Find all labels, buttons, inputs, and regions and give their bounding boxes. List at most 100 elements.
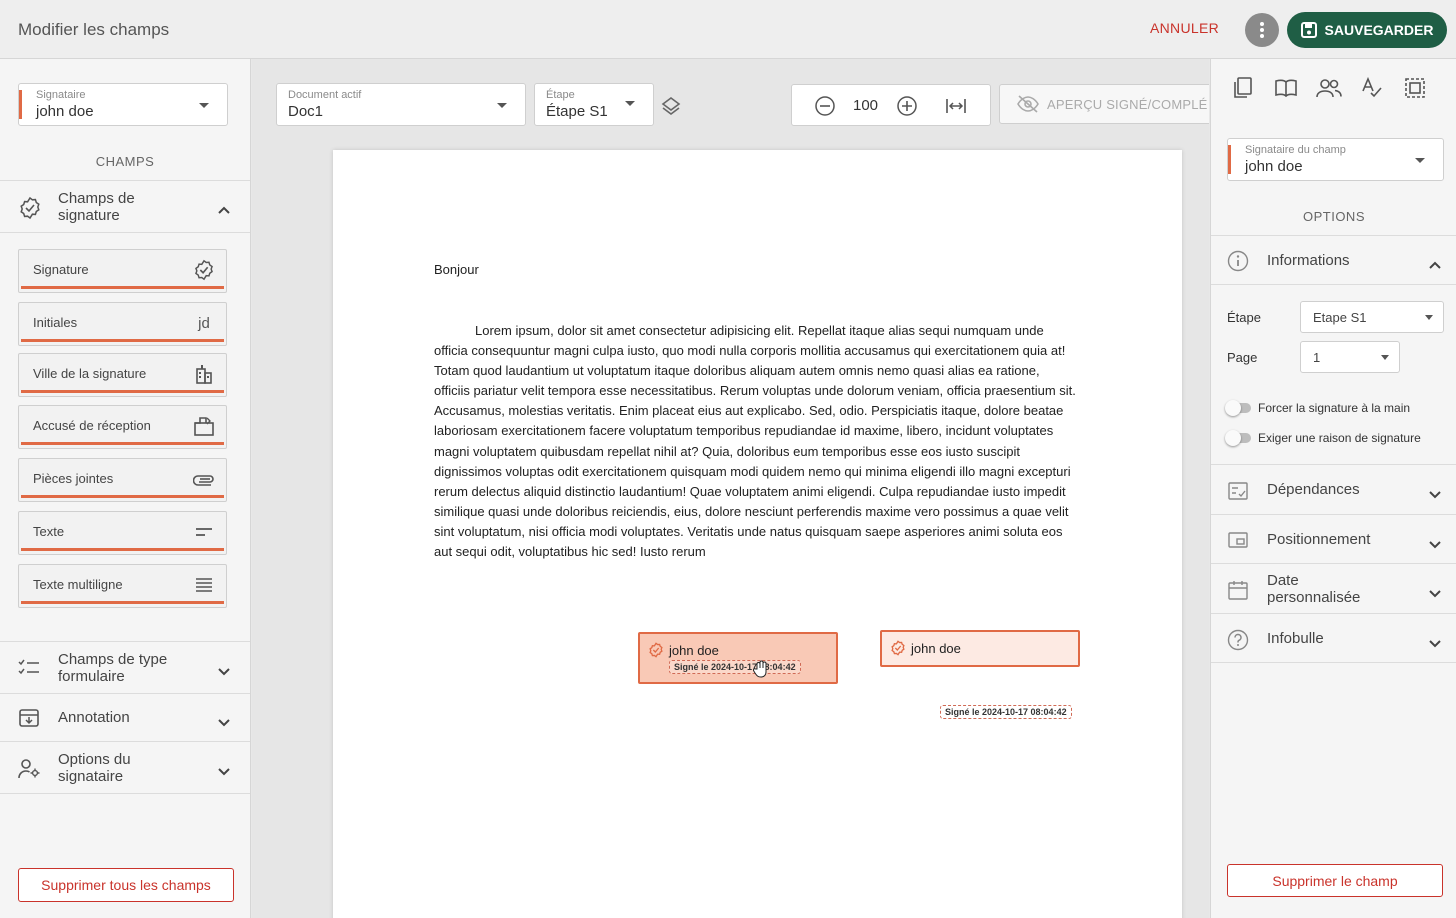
zoom-controls: 100 [791,84,991,126]
position-icon [1227,531,1249,554]
delete-all-fields-button[interactable]: Supprimer tous les champs [18,868,234,902]
signed-preview-label: APERÇU SIGNÉ/COMPLÉ [1047,97,1208,112]
accordion-annotation-label: Annotation [58,709,130,726]
page-title: Modifier les champs [18,20,170,39]
field-card-accent [21,601,224,604]
tab-text-style[interactable] [1350,67,1393,109]
options-section-title: OPTIONS [1302,209,1365,224]
signer-select[interactable]: Signataire john doe [18,83,228,126]
signature-field[interactable]: john doe [880,630,1080,667]
accordion-custom-date-label: Date personnalisée [1267,572,1361,606]
field-signer-select-value: john doe [1245,158,1303,175]
chevron-down-icon [218,763,230,781]
users-icon [1315,79,1342,98]
short-text-icon [192,520,216,544]
field-signer-select-label: Signataire du champ [1245,144,1346,156]
field-card-accent [21,390,224,393]
checklist-icon [18,658,40,683]
chevron-up-icon [1429,256,1441,274]
city-icon [192,362,216,386]
field-card-text[interactable]: Texte [18,511,227,555]
zoom-value: 100 [853,97,879,114]
accordion-form-fields-label: Champs de type formulaire [58,651,168,685]
tab-signers[interactable] [1307,67,1350,109]
field-card-accent [21,495,224,498]
step-select[interactable]: Étape Étape S1 [534,83,654,126]
accordion-dependencies[interactable]: Dépendances [1211,464,1456,514]
accordion-form-fields[interactable]: Champs de type formulaire [0,641,250,693]
field-step-select[interactable]: Etape S1 [1300,301,1444,333]
more-vertical-icon [1260,22,1264,38]
fit-width-icon[interactable] [945,97,967,120]
tab-pages[interactable] [1221,67,1264,109]
accordion-positioning-label: Positionnement [1267,531,1371,548]
field-page-select[interactable]: 1 [1300,341,1400,373]
save-button[interactable]: SAUVEGARDER [1287,12,1447,48]
chevron-down-icon [497,103,507,108]
field-card-accent [21,339,224,342]
field-card-label: Accusé de réception [33,418,151,433]
cancel-button[interactable]: ANNULER [1150,20,1219,36]
signature-field-selected[interactable]: john doe Signé le 2024-10-17 08:04:42 [638,632,838,684]
annotation-icon [18,708,40,733]
signature-field-signer-name: john doe [911,641,961,656]
accordion-custom-date[interactable]: Date personnalisée [1211,563,1456,613]
fields-sidebar: Signataire john doe CHAMPS Champs de sig… [0,59,251,918]
accordion-signature-fields[interactable]: Champs de signature [0,180,250,233]
force-hand-signature-label: Forcer la signature à la main [1258,401,1411,415]
accordion-informations[interactable]: Informations [1211,235,1456,285]
delete-field-button[interactable]: Supprimer le champ [1227,864,1443,897]
accordion-positioning[interactable]: Positionnement [1211,514,1456,563]
zoom-out-icon[interactable] [814,95,836,122]
accordion-signature-fields-label: Champs de signature [58,190,135,224]
document-select-label: Document actif [288,89,362,101]
field-card-multiline-text[interactable]: Texte multiligne [18,564,227,608]
field-card-attachments[interactable]: Pièces jointes [18,458,227,502]
more-options-button[interactable] [1245,13,1279,47]
force-hand-signature-toggle[interactable] [1225,400,1251,416]
accordion-annotation[interactable]: Annotation [0,693,250,741]
chevron-down-icon [218,714,230,732]
save-button-label: SAUVEGARDER [1324,22,1434,38]
eye-off-icon [1016,94,1040,119]
step-label: Étape [1227,310,1261,325]
inbox-upload-icon [192,414,216,438]
signed-preview-toggle[interactable]: APERÇU SIGNÉ/COMPLÉ [999,84,1209,124]
select-accent [1228,145,1231,174]
field-card-label: Texte [33,524,65,539]
field-card-accent [21,286,224,289]
field-card-accent [21,548,224,551]
tab-reading[interactable] [1264,67,1307,109]
signature-date-stamp[interactable]: Signé le 2024-10-17 08:04:42 [940,705,1072,719]
copy-pages-icon [1233,77,1252,98]
info-icon [1227,250,1249,277]
field-card-label: Ville de la signature [33,366,147,381]
signature-date-stamp[interactable]: Signé le 2024-10-17 08:04:42 [669,660,801,674]
multiline-text-icon [192,573,216,597]
document-paragraph: Lorem ipsum, dolor sit amet consectetur … [434,323,1076,560]
accordion-informations-label: Informations [1267,252,1350,269]
field-signer-select[interactable]: Signataire du champ john doe [1227,138,1444,181]
field-card-label: Initiales [33,315,78,330]
tab-selection[interactable] [1393,67,1436,109]
document-select-value: Doc1 [288,103,324,120]
zoom-in-icon[interactable] [896,95,918,122]
verified-badge-icon [648,642,664,663]
select-accent [19,90,22,119]
document-select[interactable]: Document actif Doc1 [276,83,526,126]
field-card-signature[interactable]: Signature [18,249,227,293]
field-card-initials[interactable]: Initiales jd [18,302,227,346]
field-card-receipt[interactable]: Accusé de réception [18,405,227,449]
require-reason-label: Exiger une raison de signature [1258,431,1421,445]
require-reason-toggle[interactable] [1225,430,1251,446]
chevron-down-icon [1429,486,1441,504]
chevron-down-icon [1425,315,1433,320]
options-tabs [1211,59,1456,117]
layers-icon[interactable] [660,96,682,123]
accordion-tooltip[interactable]: Infobulle [1211,613,1456,663]
document-greeting: Bonjour [434,262,479,277]
chevron-down-icon [218,663,230,681]
field-card-city[interactable]: Ville de la signature [18,353,227,397]
accordion-signer-options[interactable]: Options du signataire [0,741,250,794]
chevron-down-icon [199,103,209,108]
